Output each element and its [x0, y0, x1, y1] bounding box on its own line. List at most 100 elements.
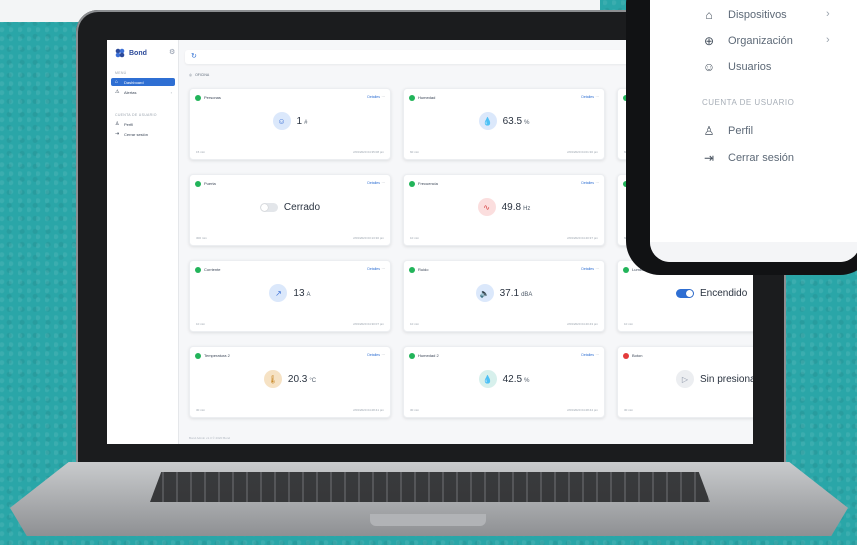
brand-name: Bond: [129, 49, 147, 57]
sensor-card-puerta[interactable]: Puerta Detalles ⋯ Cerrado 300 min 2/03/2…: [189, 174, 391, 246]
wave-icon: ∿: [477, 198, 496, 216]
card-interval: 30 min: [410, 408, 420, 412]
logout-icon: ⇥: [115, 131, 120, 137]
card-timestamp: 2/03/2020 04:35:08 pm: [353, 150, 384, 154]
brand[interactable]: Bond: [115, 48, 147, 58]
details-link[interactable]: Detalles: [581, 353, 594, 357]
settings-icon[interactable]: ⚙: [169, 48, 175, 56]
card-unit: A: [306, 291, 311, 298]
details-link[interactable]: Detalles: [581, 95, 594, 99]
card-title: Temperatura 2: [204, 353, 230, 358]
people-icon: ☺: [272, 112, 291, 130]
sensor-card-corriente[interactable]: Corriente Detalles ⋯ ↗ 13 A 10 min 2/03/2…: [189, 260, 391, 332]
more-icon[interactable]: ⋯: [382, 181, 386, 185]
sensor-card-frecuencia[interactable]: Frecuencia Detalles ⋯ ∿ 49.8 Hz 10 min 2/…: [403, 174, 605, 246]
sensor-card-ruido[interactable]: Ruido Detalles ⋯ 🔈 37.1 dBA 10 min 2/03/2…: [403, 260, 605, 332]
card-interval: 15 min: [196, 150, 206, 154]
card-unit: %: [524, 119, 530, 126]
status-dot: [195, 181, 201, 187]
more-icon[interactable]: ⋯: [596, 181, 600, 185]
menu-item-label: Organización: [728, 35, 793, 47]
card-value: 20.3: [287, 373, 308, 385]
trend-icon: ↗: [269, 284, 288, 302]
phone-bottom-bar: [650, 242, 857, 262]
card-value: Sin presionar: [700, 373, 753, 385]
sensor-card-humedad[interactable]: Humedad Detalles ⋯ 💧 63.5% 60 min 2/03/2…: [403, 88, 605, 160]
home-icon: ⌂: [115, 79, 119, 85]
thermometer-icon: 🌡: [263, 370, 282, 388]
card-interval: 300 min: [196, 236, 207, 240]
card-timestamp: 2/03/2020 03:13:30 pm: [353, 236, 384, 240]
more-icon[interactable]: ⋯: [596, 95, 600, 99]
details-link[interactable]: Detalles: [581, 181, 594, 185]
card-value: Encendido: [700, 287, 748, 299]
card-timestamp: 2/03/2020 04:40:43 pm: [567, 322, 598, 326]
droplet-icon: 💧: [478, 112, 497, 130]
sensor-card-humedad-2[interactable]: Humedad 2 Detalles ⋯ 💧 42.5% 30 min 2/03…: [403, 346, 605, 418]
menu-item-label: Dispositivos: [728, 9, 787, 21]
menu-item-usuarios[interactable]: ☺ Usuarios: [702, 60, 772, 74]
card-interval: 60 min: [410, 150, 420, 154]
bond-logo-icon: [115, 48, 125, 58]
status-dot: [409, 181, 415, 187]
menu-item-label: Cerrar sesión: [728, 152, 795, 164]
card-value: 13: [293, 287, 305, 299]
light-toggle[interactable]: [676, 288, 694, 298]
door-toggle[interactable]: [259, 202, 278, 212]
sidebar: Bond ⚙ MENÚ ⌂ Dashboard ⚠ Alertas › CUEN…: [107, 40, 179, 444]
status-dot: [195, 95, 201, 101]
card-unit: #: [304, 119, 308, 126]
globe-icon: ⊕: [703, 34, 715, 48]
refresh-icon[interactable]: ↻: [191, 52, 197, 60]
chevron-right-icon: ›: [826, 8, 830, 20]
sidebar-item-dashboard[interactable]: ⌂ Dashboard: [111, 78, 175, 86]
menu-item-dispositivos[interactable]: ⌂ Dispositivos: [702, 8, 787, 22]
card-title: Corriente: [204, 267, 221, 272]
sidebar-item-alertas[interactable]: ⚠ Alertas ›: [111, 88, 175, 96]
card-title: Ruido: [418, 267, 429, 272]
card-title: Humedad: [418, 95, 436, 100]
more-icon[interactable]: ⋯: [596, 267, 600, 271]
details-link[interactable]: Detalles: [367, 95, 380, 99]
sensor-card-personas[interactable]: Personas Detalles ⋯ ☺ 1 # 15 min 2/03/202…: [189, 88, 391, 160]
sidebar-item-label: Alertas: [124, 89, 137, 95]
menu-item-perfil[interactable]: ♙ Perfil: [702, 124, 753, 138]
menu-item-organizacion[interactable]: ⊕ Organización: [702, 34, 793, 48]
details-link[interactable]: Detalles: [367, 181, 380, 185]
sidebar-item-perfil[interactable]: ♙ Perfil: [111, 120, 175, 128]
card-interval: 10 min: [410, 236, 420, 240]
more-icon[interactable]: ⋯: [382, 353, 386, 357]
menu-item-logout[interactable]: ⇥ Cerrar sesión: [702, 151, 794, 165]
chevron-right-icon: ›: [826, 34, 830, 46]
card-unit: %: [524, 377, 530, 384]
play-icon: ▷: [676, 370, 694, 388]
sidebar-item-label: Dashboard: [124, 79, 144, 85]
sensor-card-boton[interactable]: Boton ▷ Sin presionar 30 min: [617, 346, 753, 418]
speaker-icon: 🔈: [475, 284, 494, 302]
sidebar-item-label: Cerrar sesión: [124, 131, 149, 137]
details-link[interactable]: Detalles: [581, 267, 594, 271]
sidebar-item-logout[interactable]: ⇥ Cerrar sesión: [111, 130, 175, 138]
card-value: 42.5: [502, 373, 523, 385]
more-icon[interactable]: ⋯: [596, 353, 600, 357]
alert-icon: ⚠: [115, 89, 120, 95]
sidebar-item-label: Perfil: [124, 121, 134, 127]
more-icon[interactable]: ⋯: [382, 95, 386, 99]
card-timestamp: 2/03/2020 04:30:07 pm: [353, 322, 384, 326]
more-icon[interactable]: ⋯: [382, 267, 386, 271]
device-icon: ⌂: [705, 8, 713, 22]
card-interval: 10 min: [624, 322, 634, 326]
breadcrumb: ◎ OFICINA: [189, 73, 209, 77]
card-title: Boton: [632, 353, 643, 358]
sensor-card-temperatura-2[interactable]: Temperatura 2 Detalles ⋯ 🌡 20.3 °C 30 min…: [189, 346, 391, 418]
card-value: 49.8: [501, 201, 522, 213]
details-link[interactable]: Detalles: [367, 353, 380, 357]
account-section-label: CUENTA DE USUARIO: [702, 98, 795, 107]
location-pin-icon: ◎: [189, 73, 193, 77]
menu-item-label: Usuarios: [728, 61, 772, 73]
details-link[interactable]: Detalles: [367, 267, 380, 271]
status-dot: [623, 267, 629, 273]
user-icon: ♙: [703, 124, 715, 138]
card-value: 1: [296, 115, 303, 127]
status-dot: [195, 267, 201, 273]
